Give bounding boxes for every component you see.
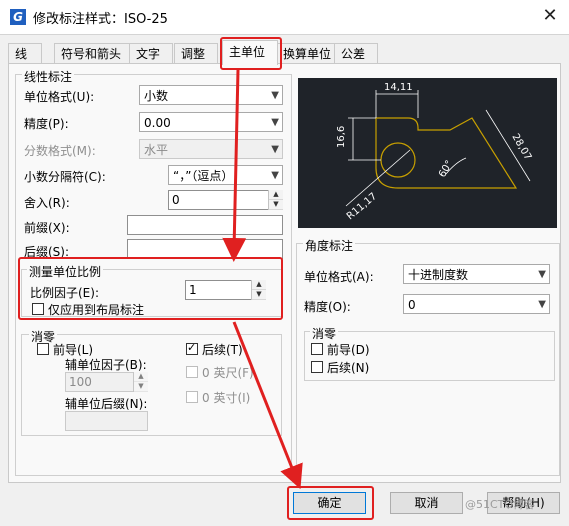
- arrow-down-2: [232, 321, 303, 490]
- tab-primary-units[interactable]: 主单位: [222, 40, 278, 65]
- annotation-arrows: [222, 69, 303, 490]
- arrow-down-1: [222, 69, 247, 262]
- watermark: @51CTO博客: [465, 498, 536, 511]
